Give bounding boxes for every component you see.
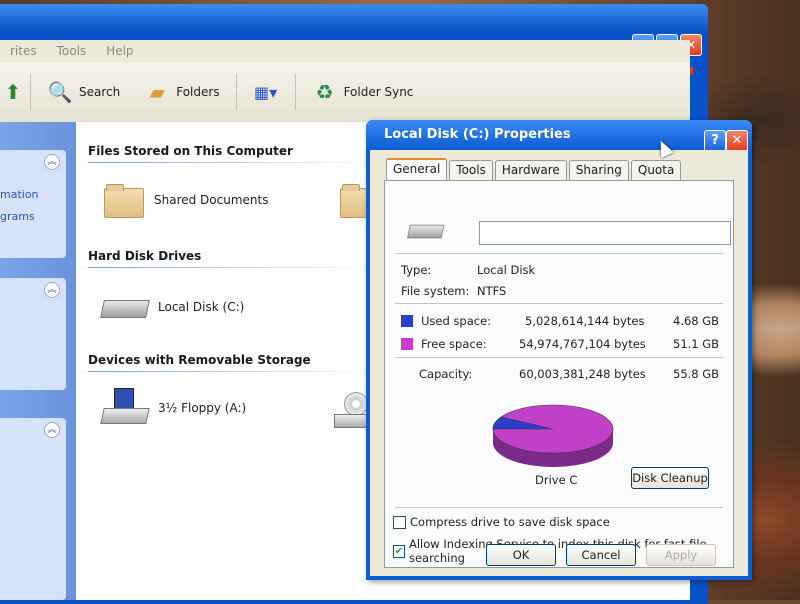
type-value: Local Disk [477, 263, 536, 277]
tab-sharing[interactable]: Sharing [568, 160, 629, 180]
apply-button: Apply [646, 544, 716, 566]
dialog-body: General Tools Hardware Sharing Quota Typ… [370, 150, 748, 576]
folders-icon: ▰ [149, 80, 165, 104]
floppy-item[interactable]: 3½ Floppy (A:) [100, 388, 246, 428]
shared-documents-item[interactable]: Shared Documents [104, 184, 269, 218]
group-header-hard-disks: Hard Disk Drives [88, 249, 202, 263]
menu-help[interactable]: Help [96, 44, 143, 58]
tab-general[interactable]: General [386, 158, 448, 182]
task-link[interactable]: mation [0, 188, 39, 201]
toolbar-separator [235, 74, 237, 110]
task-pane-box: ︽ [0, 278, 66, 390]
used-space-label: Used space: [421, 314, 492, 328]
menu-tools[interactable]: Tools [47, 44, 97, 58]
menu-bar: rites Tools Help [0, 40, 690, 62]
capacity-gb: 55.8 GB [673, 367, 720, 381]
task-pane-box: ︽ [0, 418, 66, 600]
cancel-button[interactable]: Cancel [566, 544, 636, 566]
free-space-label: Free space: [421, 337, 487, 351]
used-space-swatch [401, 315, 413, 327]
compress-checkbox[interactable] [393, 515, 406, 529]
properties-dialog: Local Disk (C:) Properties ? ✕ General T… [366, 120, 752, 580]
local-disk-item[interactable]: Local Disk (C:) [100, 292, 244, 322]
search-button[interactable]: 🔍 Search [35, 79, 132, 105]
tab-tools[interactable]: Tools [449, 160, 493, 180]
views-icon: ▦▾ [254, 82, 278, 102]
item-label: 3½ Floppy (A:) [158, 401, 247, 415]
disk-cleanup-button[interactable]: Disk Cleanup [631, 467, 709, 489]
collapse-chevron-icon[interactable]: ︽ [44, 282, 60, 298]
divider [395, 253, 723, 254]
search-label: Search [79, 85, 121, 99]
floppy-drive-icon [100, 388, 148, 428]
capacity-bytes: 60,003,381,248 bytes [519, 367, 646, 381]
task-pane-box: ︽ mation grams [0, 150, 66, 258]
toolbar: ⬆ 🔍 Search ▰ Folders ▦▾ ♻ Folder Sync [0, 62, 690, 123]
folders-button[interactable]: ▰ Folders [132, 79, 231, 105]
used-space-gb: 4.68 GB [673, 314, 720, 328]
folder-icon [104, 184, 144, 218]
volume-name-input[interactable] [479, 221, 731, 245]
views-button[interactable]: ▦▾ [241, 79, 291, 105]
general-tab-panel: Type: Local Disk File system: NTFS Used … [384, 180, 734, 568]
ok-button[interactable]: OK [486, 544, 556, 566]
hard-drive-icon [407, 219, 443, 242]
tab-hardware[interactable]: Hardware [494, 160, 567, 180]
dialog-title-bar[interactable]: Local Disk (C:) Properties ? ✕ [366, 120, 752, 152]
item-label: Shared Documents [154, 193, 269, 207]
free-space-swatch [401, 338, 413, 350]
file-system-value: NTFS [477, 284, 507, 298]
task-link[interactable]: grams [0, 210, 35, 223]
help-icon[interactable]: ? [704, 130, 726, 152]
menu-favorites[interactable]: rites [0, 44, 47, 58]
search-icon: 🔍 [47, 80, 73, 104]
capacity-label: Capacity: [419, 367, 473, 381]
group-header-files: Files Stored on This Computer [88, 144, 293, 158]
hard-drive-icon [100, 292, 148, 322]
folder-sync-icon: ♻ [315, 80, 334, 104]
free-space-gb: 51.1 GB [673, 337, 720, 351]
divider [395, 357, 723, 358]
tab-quota[interactable]: Quota [630, 160, 682, 180]
divider [395, 303, 723, 304]
toolbar-separator [294, 74, 296, 110]
file-system-label: File system: [401, 284, 470, 298]
explorer-title-bar[interactable] [0, 4, 708, 32]
close-icon[interactable]: ✕ [726, 130, 748, 152]
dialog-title: Local Disk (C:) Properties [384, 127, 571, 142]
toolbar-separator [30, 74, 31, 110]
used-space-bytes: 5,028,614,144 bytes [525, 314, 645, 328]
group-divider [88, 162, 368, 163]
collapse-chevron-icon[interactable]: ︽ [44, 422, 60, 438]
group-header-removable: Devices with Removable Storage [88, 353, 311, 367]
group-divider [88, 267, 368, 268]
compress-option[interactable]: Compress drive to save disk space [393, 515, 610, 529]
item-label: Local Disk (C:) [158, 300, 245, 314]
compress-label: Compress drive to save disk space [410, 515, 610, 529]
free-space-bytes: 54,974,767,104 bytes [519, 337, 646, 351]
type-label: Type: [401, 263, 432, 277]
drive-label: Drive C [535, 473, 578, 487]
collapse-chevron-icon[interactable]: ︽ [44, 154, 60, 170]
folder-sync-label: Folder Sync [343, 85, 414, 99]
indexing-checkbox[interactable]: ✔ [393, 544, 405, 558]
folders-label: Folders [176, 85, 220, 99]
folder-sync-button[interactable]: ♻ Folder Sync [300, 79, 426, 105]
up-folder-icon[interactable]: ⬆ [0, 79, 26, 105]
disk-usage-pie [481, 397, 625, 485]
divider [395, 507, 723, 508]
task-pane: ︽ mation grams ︽ ︽ [0, 122, 76, 600]
group-divider [88, 371, 368, 372]
